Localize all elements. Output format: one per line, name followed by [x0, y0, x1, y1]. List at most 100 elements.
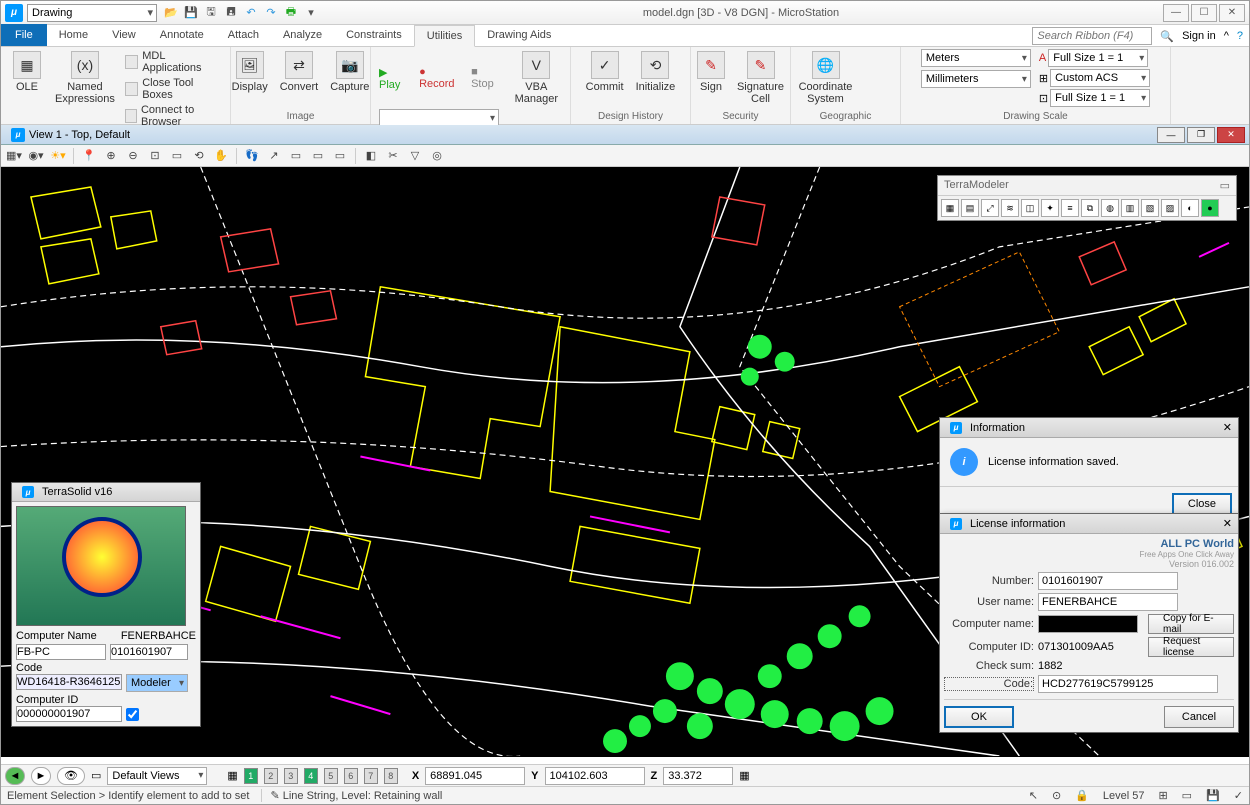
snap-icon[interactable]: ⊙ — [1052, 789, 1061, 802]
rotate-view-icon[interactable]: ⟲ — [190, 147, 208, 165]
custom-acs-combo[interactable]: Custom ACS — [1050, 69, 1150, 87]
view-next-icon[interactable]: ▭ — [309, 147, 327, 165]
minimize-button[interactable]: — — [1163, 4, 1189, 22]
geo-icon-3[interactable] — [860, 85, 876, 101]
view-2-button[interactable]: 2 — [264, 768, 278, 784]
record-button[interactable]: ● Record — [419, 66, 463, 90]
default-views-combo[interactable]: Default Views — [107, 767, 207, 785]
file-tab[interactable]: File — [1, 24, 47, 46]
search-ribbon-input[interactable] — [1032, 27, 1152, 45]
view-4-button[interactable]: 4 — [304, 768, 318, 784]
clip-mask-icon[interactable]: ✂ — [384, 147, 402, 165]
search-icon[interactable]: 🔍 — [1160, 30, 1174, 43]
annotation-scale-icon[interactable]: A — [1039, 52, 1046, 64]
ole-button[interactable]: ▦OLE — [9, 49, 45, 95]
tm-icon-2[interactable]: ▤ — [961, 199, 979, 217]
z-coord[interactable]: 33.372 — [663, 767, 733, 785]
license-dialog[interactable]: μLicense information✕ ALL PC World Free … — [939, 513, 1239, 733]
cad-canvas[interactable]: TerraModeler▭ ▦▤⤢≋◫✦≡⧉◍▥▧▨◐● μTerraSolid… — [1, 167, 1249, 757]
tab-attach[interactable]: Attach — [216, 24, 271, 46]
tab-analyze[interactable]: Analyze — [271, 24, 334, 46]
view-minimize-button[interactable]: — — [1157, 127, 1185, 143]
fit-view-icon[interactable]: ⊡ — [146, 147, 164, 165]
view-5-button[interactable]: 5 — [324, 768, 338, 784]
help-icon[interactable]: ? — [1237, 30, 1243, 42]
ts-code-input[interactable] — [16, 674, 122, 690]
tab-view[interactable]: View — [100, 24, 148, 46]
geo-icon-1[interactable] — [860, 49, 876, 65]
display-button[interactable]: 🖼Display — [228, 49, 272, 95]
save-icon[interactable]: 💾 — [183, 5, 199, 21]
export-icon[interactable]: 🖪 — [223, 5, 239, 21]
tab-constraints[interactable]: Constraints — [334, 24, 414, 46]
clip-volume-icon[interactable]: ◧ — [362, 147, 380, 165]
vba-manager-button[interactable]: VVBA Manager — [511, 49, 562, 107]
zoom-marker-icon[interactable]: 📍 — [80, 147, 98, 165]
walk-icon[interactable]: 👣 — [243, 147, 261, 165]
units-primary-combo[interactable]: Meters — [921, 49, 1031, 67]
lic-cname-input[interactable] — [1038, 615, 1138, 633]
y-coord[interactable]: 104102.603 — [545, 767, 645, 785]
geo-icon-6[interactable] — [880, 85, 896, 101]
view-extra-icon[interactable]: ◎ — [428, 147, 446, 165]
ts-cid-input[interactable] — [16, 706, 122, 722]
lic-code-input[interactable] — [1038, 675, 1218, 693]
info-close-button[interactable]: Close — [1172, 493, 1232, 515]
scale-icon[interactable]: ⊡ — [1039, 92, 1048, 105]
terramodeler-close-icon[interactable]: ▭ — [1220, 179, 1230, 192]
nav-saved-views-button[interactable]: 👁 — [57, 767, 85, 785]
tab-home[interactable]: Home — [47, 24, 100, 46]
terrasolid-panel[interactable]: μTerraSolid v16 Computer NameFENERBAHCE … — [11, 482, 201, 727]
tm-icon-8[interactable]: ⧉ — [1081, 199, 1099, 217]
stop-button[interactable]: ■ Stop — [471, 66, 503, 90]
geo-icon-4[interactable] — [880, 49, 896, 65]
fullsize-1-combo[interactable]: Full Size 1 = 1 — [1048, 49, 1148, 67]
fly-icon[interactable]: ↗ — [265, 147, 283, 165]
fullsize-2-combo[interactable]: Full Size 1 = 1 — [1050, 89, 1150, 107]
tm-icon-12[interactable]: ▨ — [1161, 199, 1179, 217]
coordinate-system-button[interactable]: 🌐Coordinate System — [795, 49, 857, 107]
lic-number-input[interactable] — [1038, 572, 1178, 590]
ts-modeler-combo[interactable]: Modeler — [126, 674, 188, 692]
units-secondary-combo[interactable]: Millimeters — [921, 70, 1031, 88]
ts-pc-input[interactable] — [16, 644, 106, 660]
locks-icon[interactable]: 🔒 — [1075, 789, 1089, 802]
signature-cell-button[interactable]: ✎Signature Cell — [733, 49, 788, 107]
view-previous-icon[interactable]: ▭ — [287, 147, 305, 165]
view-6-button[interactable]: 6 — [344, 768, 358, 784]
display-style-icon[interactable]: ◉▾ — [27, 147, 45, 165]
named-expressions-button[interactable]: (x)Named Expressions — [51, 49, 119, 107]
tm-icon-6[interactable]: ✦ — [1041, 199, 1059, 217]
close-button[interactable]: ✕ — [1219, 4, 1245, 22]
close-toolboxes-button[interactable]: Close Tool Boxes — [125, 76, 222, 102]
zoom-out-icon[interactable]: ⊖ — [124, 147, 142, 165]
savesettings-icon[interactable]: 🖫 — [203, 5, 219, 21]
tm-icon-9[interactable]: ◍ — [1101, 199, 1119, 217]
ts-pcval-input[interactable] — [110, 644, 188, 660]
collapse-ribbon-icon[interactable]: ^ — [1224, 30, 1229, 42]
tm-icon-14[interactable]: ● — [1201, 199, 1219, 217]
open-icon[interactable]: 📂 — [163, 5, 179, 21]
window-area-icon[interactable]: ▭ — [168, 147, 186, 165]
view-close-button[interactable]: ✕ — [1217, 127, 1245, 143]
capture-button[interactable]: 📷Capture — [326, 49, 373, 95]
running-icon[interactable]: ⊞ — [1158, 789, 1167, 802]
tm-icon-7[interactable]: ≡ — [1061, 199, 1079, 217]
pan-view-icon[interactable]: ✋ — [212, 147, 230, 165]
tm-icon-13[interactable]: ◐ — [1181, 199, 1199, 217]
view-3-button[interactable]: 3 — [284, 768, 298, 784]
brightness-icon[interactable]: ☀▾ — [49, 147, 67, 165]
play-button[interactable]: ▶ Play — [379, 66, 411, 91]
tab-drawing-aids[interactable]: Drawing Aids — [475, 24, 563, 46]
workflow-combo[interactable]: Drawing — [27, 4, 157, 22]
nav-fwd-button[interactable]: ► — [31, 767, 51, 785]
geo-icon-5[interactable] — [880, 67, 896, 83]
cursor-icon[interactable]: ↖ — [1029, 789, 1038, 802]
accudraw-icon[interactable]: ▦ — [739, 769, 749, 782]
view-restore-button[interactable]: ❐ — [1187, 127, 1215, 143]
copy-view-icon[interactable]: ▭ — [331, 147, 349, 165]
tm-icon-4[interactable]: ≋ — [1001, 199, 1019, 217]
license-ok-button[interactable]: OK — [944, 706, 1014, 728]
status-level[interactable]: Level 57 — [1103, 790, 1145, 802]
print-icon[interactable]: 🖶 — [283, 5, 299, 21]
